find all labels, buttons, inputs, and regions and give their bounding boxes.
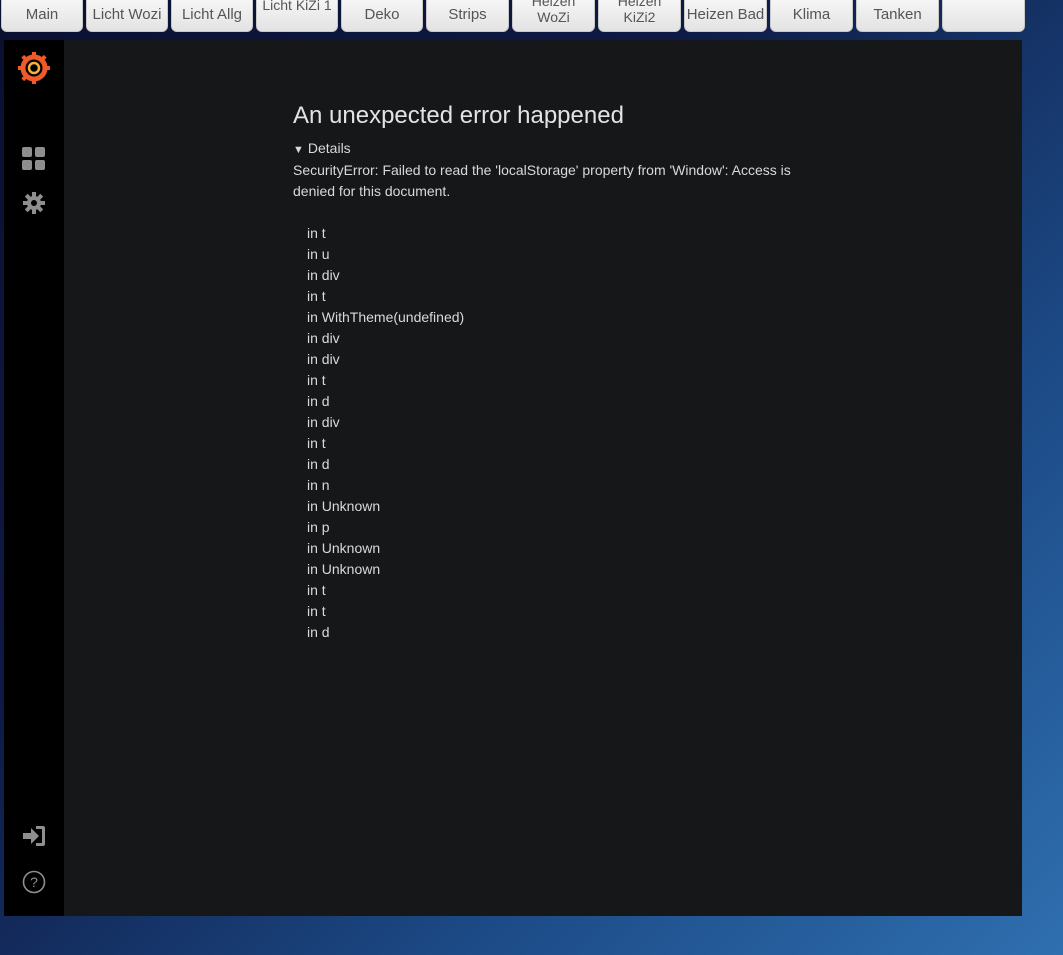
stack-frame: in div xyxy=(307,267,340,283)
tab-heizen-wozi[interactable]: Heizen WoZi xyxy=(512,0,595,32)
sign-in-icon[interactable] xyxy=(4,825,64,847)
tab-tanken[interactable]: Tanken xyxy=(856,0,939,32)
help-icon[interactable]: ? xyxy=(4,870,64,894)
tab-label: Deko xyxy=(364,5,400,23)
tab-label: Licht Allg xyxy=(181,5,243,23)
stack-frame: in div xyxy=(307,414,340,430)
stack-frame: in d xyxy=(307,393,330,409)
tab-main[interactable]: Main xyxy=(1,0,83,32)
tab-licht-allg[interactable]: Licht Allg xyxy=(171,0,253,32)
stack-frame: in t xyxy=(307,372,326,388)
stack-frame: in div xyxy=(307,351,340,367)
error-details: ▼ Details SecurityError: Failed to read t… xyxy=(293,140,813,643)
tab-licht-kizi-1[interactable]: Licht KiZi 1 xyxy=(256,0,338,32)
tab-deko[interactable]: Deko xyxy=(341,0,423,32)
component-stack: in t in u in div in t in WithTheme(undefined… xyxy=(307,223,813,643)
tab-heizen-kizi2[interactable]: Heizen KiZi2 xyxy=(598,0,681,32)
stack-frame: in t xyxy=(307,603,326,619)
disclosure-triangle-icon: ▼ xyxy=(293,144,304,156)
details-toggle[interactable]: ▼ Details xyxy=(293,140,813,160)
stack-frame: in Unknown xyxy=(307,561,381,577)
tab-licht-wozi[interactable]: Licht Wozi xyxy=(86,0,168,32)
stack-frame: in t xyxy=(307,288,326,304)
dashboards-icon[interactable] xyxy=(4,147,64,171)
tab-label: Licht Wozi xyxy=(92,5,162,23)
stack-frame: in Unknown xyxy=(307,498,381,514)
stack-frame: in t xyxy=(307,435,326,451)
stack-frame: in Unknown xyxy=(307,540,381,556)
stack-frame: in t xyxy=(307,582,326,598)
stack-frame: in div xyxy=(307,330,340,346)
tab-label: Heizen WoZi xyxy=(531,0,576,25)
tab-label: Main xyxy=(25,5,59,23)
svg-text:?: ? xyxy=(30,874,38,890)
gear-icon[interactable] xyxy=(4,191,64,215)
tab-label: Heizen KiZi2 xyxy=(617,0,662,25)
tab-label: Strips xyxy=(448,5,487,23)
stack-frame: in d xyxy=(307,456,330,472)
tab-label: Heizen Bad xyxy=(686,5,765,23)
tab-label: Tanken xyxy=(873,5,922,23)
grafana-logo-icon[interactable] xyxy=(4,52,64,84)
stack-frame: in p xyxy=(307,519,330,535)
stack-frame: in d xyxy=(307,624,330,640)
dashboard-tab-bar: Main Licht Wozi Licht Allg Licht KiZi 1 … xyxy=(0,0,1063,34)
side-menu: ? xyxy=(4,40,64,916)
error-page: An unexpected error happened ▼ Details Se… xyxy=(64,40,1022,916)
grafana-app: ? An unexpected error happened ▼ Details … xyxy=(4,40,1022,916)
tab-label: Licht KiZi 1 xyxy=(262,0,332,13)
tab-strips[interactable]: Strips xyxy=(426,0,509,32)
tab-heizen-bad[interactable]: Heizen Bad xyxy=(684,0,767,32)
error-message: SecurityError: Failed to read the 'local… xyxy=(293,162,791,199)
details-label: Details xyxy=(307,140,351,156)
stack-frame: in WithTheme(undefined) xyxy=(307,309,465,325)
stack-frame: in t xyxy=(307,225,326,241)
tab-klima[interactable]: Klima xyxy=(770,0,853,32)
error-title: An unexpected error happened xyxy=(293,102,624,129)
stack-frame: in u xyxy=(307,246,330,262)
tab-label: Klima xyxy=(792,5,831,23)
stack-frame: in n xyxy=(307,477,330,493)
tab-empty[interactable] xyxy=(942,0,1025,32)
